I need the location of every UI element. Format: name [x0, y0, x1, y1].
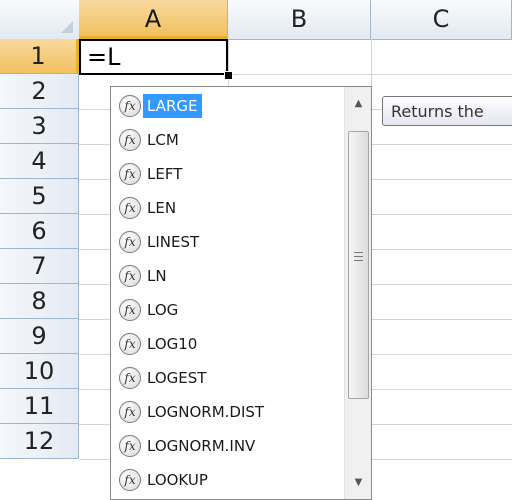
row-header-7[interactable]: 7 — [0, 249, 79, 284]
function-icon: fx — [119, 401, 141, 423]
function-icon: fx — [119, 435, 141, 457]
row-header-10[interactable]: 10 — [0, 354, 79, 389]
autocomplete-item-label: LOG10 — [147, 335, 198, 353]
autocomplete-item-label: LEN — [147, 199, 177, 217]
autocomplete-item-log[interactable]: fx LOG — [113, 293, 339, 327]
autocomplete-item-label: LOGNORM.INV — [147, 437, 256, 455]
row-header-11[interactable]: 11 — [0, 389, 79, 424]
autocomplete-scrollbar[interactable]: ▲ ▼ — [344, 87, 371, 499]
autocomplete-item-lookup[interactable]: fx LOOKUP — [113, 463, 339, 497]
autocomplete-item-log10[interactable]: fx LOG10 — [113, 327, 339, 361]
autocomplete-item-label: LARGE — [143, 94, 202, 118]
function-icon: fx — [119, 469, 141, 491]
row-header-6[interactable]: 6 — [0, 214, 79, 249]
function-icon: fx — [119, 333, 141, 355]
function-icon: fx — [119, 163, 141, 185]
grip-icon — [354, 252, 363, 264]
row-header-4[interactable]: 4 — [0, 144, 79, 179]
autocomplete-item-label: LN — [147, 267, 167, 285]
function-icon: fx — [119, 231, 141, 253]
scroll-up-arrow-icon[interactable]: ▲ — [348, 93, 369, 114]
autocomplete-item-label: LOG — [147, 301, 179, 319]
column-header-row: A B C — [0, 0, 512, 40]
scroll-down-arrow-icon[interactable]: ▼ — [348, 472, 369, 493]
row-header-8[interactable]: 8 — [0, 284, 79, 319]
autocomplete-item-label: LOOKUP — [147, 471, 208, 489]
function-tooltip: Returns the — [382, 96, 512, 126]
autocomplete-item-lognorm-dist[interactable]: fx LOGNORM.DIST — [113, 395, 339, 429]
row-header-1[interactable]: 1 — [0, 39, 79, 74]
select-all-triangle-icon — [61, 21, 73, 33]
column-header-b[interactable]: B — [228, 0, 371, 39]
row-header-3[interactable]: 3 — [0, 109, 79, 144]
function-icon: fx — [119, 265, 141, 287]
scrollbar-thumb[interactable] — [348, 131, 369, 399]
function-icon: fx — [119, 95, 141, 117]
active-cell-a1[interactable]: =L — [79, 39, 228, 75]
column-header-a[interactable]: A — [79, 0, 228, 39]
function-autocomplete-list[interactable]: fx LARGE fx LCM fx LEFT fx LEN fx LINEST… — [110, 86, 372, 500]
spreadsheet: A B C 1 2 3 4 5 6 7 8 9 10 11 12 =L fx L… — [0, 0, 512, 500]
function-icon: fx — [119, 129, 141, 151]
autocomplete-item-label: LEFT — [147, 165, 183, 183]
cell-a1-value: =L — [87, 43, 121, 71]
autocomplete-item-lognorm-inv[interactable]: fx LOGNORM.INV — [113, 429, 339, 463]
autocomplete-item-ln[interactable]: fx LN — [113, 259, 339, 293]
row-header-2[interactable]: 2 — [0, 74, 79, 109]
autocomplete-item-len[interactable]: fx LEN — [113, 191, 339, 225]
autocomplete-item-label: LCM — [147, 131, 179, 149]
autocomplete-item-linest[interactable]: fx LINEST — [113, 225, 339, 259]
function-icon: fx — [119, 299, 141, 321]
row-header-5[interactable]: 5 — [0, 179, 79, 214]
row-header-12[interactable]: 12 — [0, 424, 79, 459]
autocomplete-item-logest[interactable]: fx LOGEST — [113, 361, 339, 395]
autocomplete-item-lcm[interactable]: fx LCM — [113, 123, 339, 157]
column-header-c[interactable]: C — [371, 0, 512, 39]
row-header-9[interactable]: 9 — [0, 319, 79, 354]
autocomplete-item-label: LINEST — [147, 233, 200, 251]
fill-handle[interactable] — [224, 71, 233, 80]
autocomplete-item-label: LOGEST — [147, 369, 207, 387]
autocomplete-item-large[interactable]: fx LARGE — [113, 89, 339, 123]
autocomplete-item-left[interactable]: fx LEFT — [113, 157, 339, 191]
autocomplete-item-label: LOGNORM.DIST — [147, 403, 265, 421]
select-all-corner[interactable] — [0, 0, 80, 39]
function-icon: fx — [119, 367, 141, 389]
function-icon: fx — [119, 197, 141, 219]
